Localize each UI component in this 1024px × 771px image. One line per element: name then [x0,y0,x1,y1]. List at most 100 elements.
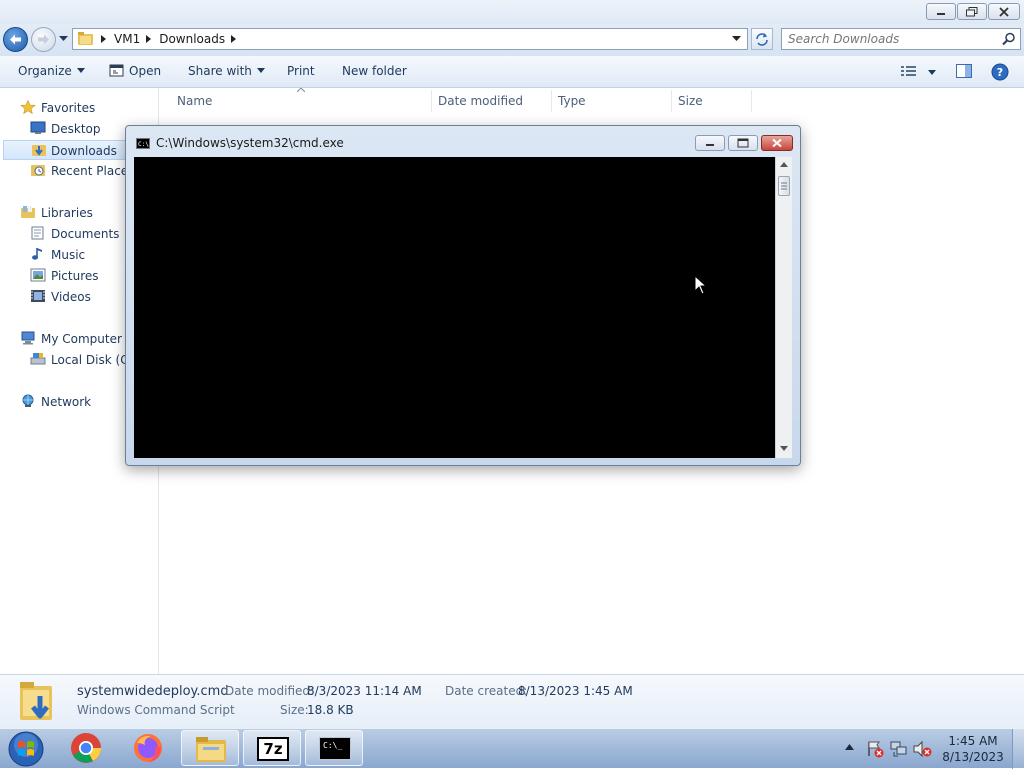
details-date-modified-value: 8/3/2023 11:14 AM [307,684,422,698]
minimize-icon [706,144,714,146]
scroll-grip-icon [781,182,787,190]
scroll-down-arrow-icon[interactable] [780,446,788,451]
libraries-icon [21,206,35,218]
scroll-thumb[interactable] [778,176,790,196]
taskbar-clock[interactable]: 1:45 AM 8/13/2023 [940,733,1006,765]
taskbar-command-prompt[interactable]: C:\_ [305,730,363,766]
preview-pane-icon [956,64,972,78]
network-tray-icon[interactable] [890,740,908,758]
column-divider[interactable] [431,90,432,112]
column-divider[interactable] [551,90,552,112]
column-size[interactable]: Size [678,94,703,108]
breadcrumb-separator[interactable] [231,35,237,43]
volume-muted-icon[interactable] [913,740,933,758]
forward-button[interactable] [31,27,56,52]
details-date-created-label: Date created: [445,684,528,698]
nav-desktop-label: Desktop [51,122,101,136]
cmd-window[interactable]: C:\ C:\Windows\system32\cmd.exe [125,125,801,466]
organize-button[interactable]: Organize [18,64,85,78]
search-box[interactable] [781,28,1021,50]
column-divider[interactable] [751,90,752,112]
breadcrumb-downloads[interactable]: Downloads [159,32,225,46]
clock-date: 8/13/2023 [942,750,1004,764]
nav-my-computer-label: My Computer [41,332,122,346]
chevron-down-icon [76,68,85,73]
open-button[interactable]: Open [109,64,161,78]
close-icon [999,6,1009,17]
search-input[interactable] [788,30,988,48]
pictures-icon [30,268,46,282]
help-button[interactable]: ? [991,63,1009,84]
help-icon: ? [991,63,1009,81]
forward-arrow-icon [38,34,49,45]
breadcrumb-vm1[interactable]: VM1 [114,32,140,46]
sort-ascending-icon [297,88,305,93]
cmd-close-button[interactable] [761,135,793,151]
taskbar-firefox[interactable] [119,730,177,766]
column-date-modified[interactable]: Date modified [438,94,523,108]
restore-icon [966,6,978,16]
breadcrumb-separator[interactable] [146,35,152,43]
change-view-button[interactable] [900,64,918,81]
details-pane: systemwidedeploy.cmd Windows Command Scr… [0,674,1024,728]
mouse-cursor-icon [694,275,708,295]
explorer-minimize-button[interactable] [926,3,956,20]
nav-favorites[interactable]: Favorites [20,98,155,118]
print-button[interactable]: Print [287,64,315,78]
cmd-vertical-scrollbar[interactable] [775,157,792,458]
firefox-icon [134,734,162,762]
show-hidden-icons-icon[interactable] [845,744,854,750]
cmd-app-icon: C:\ [136,138,150,149]
chevron-down-icon [256,68,265,73]
close-icon [772,138,782,148]
taskbar-chrome[interactable] [57,730,115,766]
address-bar[interactable]: VM1 Downloads [72,28,748,50]
column-type[interactable]: Type [558,94,586,108]
address-row: VM1 Downloads [0,24,1024,56]
cmd-icon-text: C:\_ [323,741,343,750]
preview-pane-button[interactable] [956,64,973,82]
share-with-button[interactable]: Share with [188,64,265,78]
nav-videos-label: Videos [51,290,91,304]
command-bar: Organize Open Share with Print New folde… [0,56,1024,88]
windows-start-icon [8,731,44,767]
seven-zip-label: 7z [263,740,283,758]
view-options-chevron-icon[interactable] [928,70,936,75]
explorer-restore-button[interactable] [957,3,987,20]
explorer-close-button[interactable] [988,3,1020,20]
back-arrow-icon [10,34,21,45]
recent-pages-dropdown-icon[interactable] [59,36,68,42]
scroll-up-arrow-icon[interactable] [780,162,788,167]
new-folder-button[interactable]: New folder [342,64,407,78]
taskbar: 7z C:\_ 1:45 AM 8/13/2023 [0,728,1024,769]
breadcrumb-separator[interactable] [101,35,106,43]
details-date-modified-label: Date modified: [225,684,315,698]
script-file-icon [20,682,52,720]
column-divider[interactable] [671,90,672,112]
address-history-dropdown-icon[interactable] [732,36,741,42]
action-center-icon[interactable] [866,740,884,758]
organize-label: Organize [18,64,72,78]
show-desktop-button[interactable] [1012,729,1024,769]
search-icon[interactable] [1002,32,1016,46]
cmd-console-area[interactable] [134,157,775,458]
column-name[interactable]: Name [177,94,212,108]
share-with-label: Share with [188,64,252,78]
start-button[interactable] [6,730,46,768]
taskbar-file-explorer[interactable] [181,730,239,766]
details-date-created-value: 8/13/2023 1:45 AM [518,684,633,698]
back-button[interactable] [3,27,28,52]
refresh-button[interactable] [751,28,773,50]
computer-icon [21,331,35,345]
cmd-maximize-button[interactable] [728,135,758,151]
seven-zip-icon: 7z [257,737,289,761]
cmd-minimize-button[interactable] [695,135,725,151]
recent-places-icon [31,165,45,176]
maximize-icon [737,138,749,148]
nav-network-label: Network [41,395,92,409]
svg-text:?: ? [997,66,1003,79]
command-prompt-icon: C:\_ [319,737,351,760]
taskbar-7zip[interactable]: 7z [243,730,301,766]
desktop-icon [30,121,46,134]
svg-text:C:\: C:\ [138,141,149,148]
